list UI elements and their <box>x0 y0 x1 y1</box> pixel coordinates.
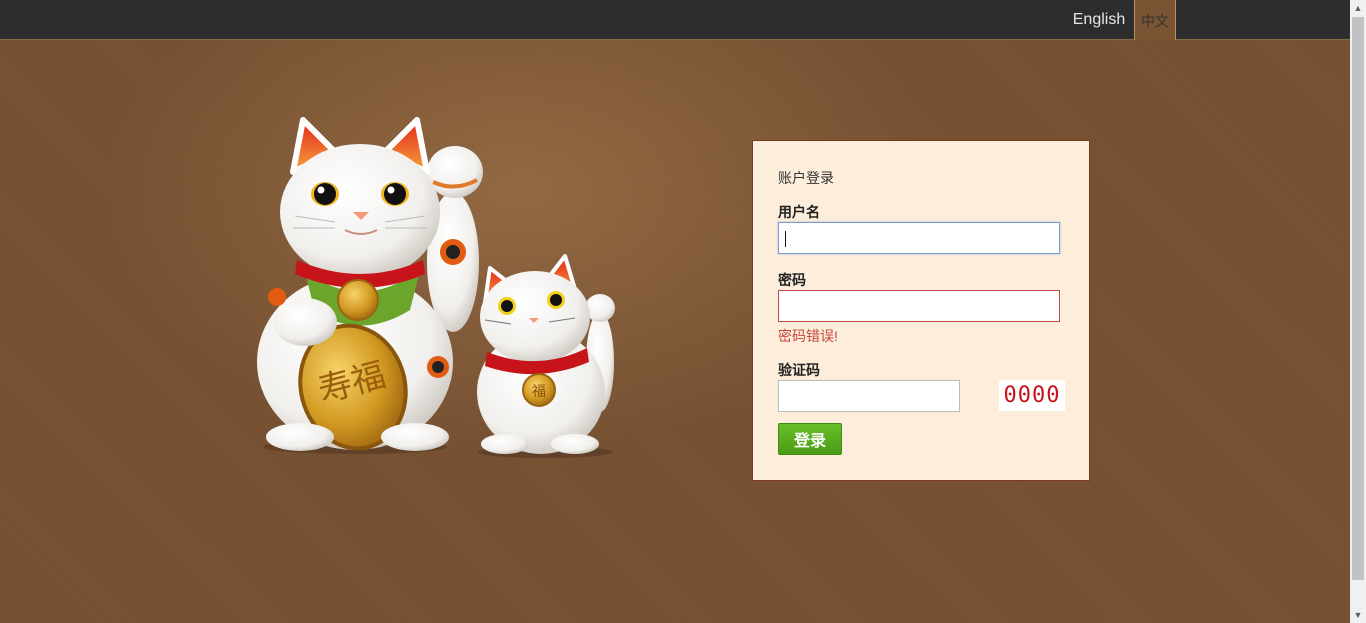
scroll-down-arrow-icon[interactable]: ▼ <box>1350 607 1366 623</box>
username-label: 用户名 <box>778 204 820 220</box>
vertical-scrollbar[interactable]: ▲ ▼ <box>1350 0 1366 623</box>
scrollbar-thumb[interactable] <box>1352 17 1364 580</box>
page-background <box>0 0 1350 623</box>
login-button[interactable]: 登录 <box>778 423 842 455</box>
language-english-link[interactable]: English <box>1066 0 1132 39</box>
small-lucky-cat: 福 <box>477 254 615 458</box>
language-chinese-link[interactable]: 中文 <box>1134 0 1176 40</box>
password-error-message: 密码错误! <box>778 328 838 344</box>
captcha-label: 验证码 <box>778 362 820 378</box>
lucky-cats-illustration: 寿福 福 <box>257 117 615 458</box>
captcha-image[interactable]: 0000 <box>999 380 1065 411</box>
login-title: 账户登录 <box>778 170 834 186</box>
svg-text:福: 福 <box>532 384 546 400</box>
captcha-input[interactable] <box>778 380 960 412</box>
password-label: 密码 <box>778 272 806 288</box>
top-navigation-bar: English 中文 <box>0 0 1350 40</box>
password-input[interactable] <box>778 290 1060 322</box>
username-input[interactable] <box>778 222 1060 254</box>
scroll-up-arrow-icon[interactable]: ▲ <box>1350 0 1366 16</box>
big-lucky-cat: 寿福 <box>257 117 483 454</box>
login-panel: 账户登录 用户名 密码 密码错误! 验证码 0000 登录 <box>752 140 1090 481</box>
text-cursor <box>785 231 786 247</box>
